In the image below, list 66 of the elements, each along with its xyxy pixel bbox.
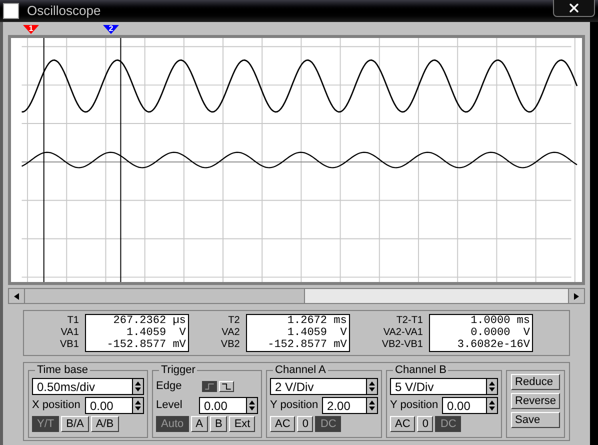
toggle-button[interactable]: A/B xyxy=(90,416,119,432)
readout-value: 1.4059 V xyxy=(286,327,347,339)
readout-value: 1.2672 ms xyxy=(286,315,347,327)
x-position-field[interactable]: 0.00 xyxy=(85,397,144,414)
readout-label: VA2 xyxy=(222,327,240,339)
cursor-marker[interactable]: 1 xyxy=(23,25,39,34)
readout-label: T2-T1 xyxy=(396,315,423,327)
readout-label: VB1 xyxy=(60,339,79,351)
time-scale-field[interactable]: 0.50ms/div xyxy=(32,378,144,395)
toggle-button[interactable]: DC xyxy=(315,416,342,432)
spinner-arrows-icon[interactable] xyxy=(132,398,143,413)
close-icon xyxy=(567,1,581,15)
toggle-button[interactable]: AC xyxy=(390,416,416,432)
scroll-left-icon[interactable] xyxy=(9,289,25,303)
toggle-button[interactable]: AC xyxy=(270,416,296,432)
readout-value: 1.0000 ms xyxy=(470,315,530,327)
cursor-marker[interactable]: 2 xyxy=(103,25,119,34)
readout-label: VA1 xyxy=(60,327,79,339)
readout-value: 1.4059 V xyxy=(125,327,186,339)
rising-edge-icon[interactable] xyxy=(202,381,217,392)
field-label: Level xyxy=(156,398,182,414)
field-label: Y position xyxy=(270,398,318,414)
trigger-level-field[interactable]: 0.00 xyxy=(199,397,258,414)
spinner-arrows-icon[interactable] xyxy=(132,379,143,394)
y-position-field[interactable]: 0.00 xyxy=(442,397,498,414)
field-label: Y position xyxy=(390,398,438,414)
group-title: Trigger xyxy=(159,364,198,377)
toggle-button[interactable]: Y/T xyxy=(32,416,60,432)
falling-edge-icon[interactable] xyxy=(218,381,234,392)
field-label: X position xyxy=(32,398,80,414)
toggle-button[interactable]: 0 xyxy=(417,416,434,432)
y-position-field[interactable]: 2.00 xyxy=(322,397,378,414)
volts-per-div-field[interactable]: 5 V/Div xyxy=(390,378,498,395)
action-button[interactable]: Save xyxy=(511,412,560,428)
toggle-button[interactable]: 0 xyxy=(297,416,314,432)
toggle-button[interactable]: B xyxy=(210,416,228,432)
spinner-arrows-icon[interactable] xyxy=(486,398,498,413)
toggle-button[interactable]: DC xyxy=(435,416,462,432)
readout-value: 267.2362 µs xyxy=(112,315,186,327)
field-label: Edge xyxy=(156,379,182,394)
window-title: Oscilloscope xyxy=(27,2,102,20)
scroll-thumb[interactable] xyxy=(25,289,305,303)
horizontal-scrollbar[interactable] xyxy=(8,288,585,304)
spinner-arrows-icon[interactable] xyxy=(486,379,498,394)
readout-value: 0.0000 V xyxy=(470,327,530,339)
readout-label: VA2-VA1 xyxy=(383,327,423,339)
close-button[interactable] xyxy=(553,0,595,17)
readout-label: VB2-VB1 xyxy=(382,339,423,351)
spinner-arrows-icon[interactable] xyxy=(246,398,258,413)
readout-value: 3.6082e-16V xyxy=(456,339,530,351)
spinner-arrows-icon[interactable] xyxy=(366,379,378,394)
readout-label: VB2 xyxy=(220,339,240,351)
toggle-button[interactable]: B/A xyxy=(61,416,89,432)
action-button[interactable]: Reduce xyxy=(511,374,560,390)
readout-value: -152.8577 mV xyxy=(266,339,347,351)
readout-value: -152.8577 mV xyxy=(106,339,186,351)
readout-label: T1 xyxy=(67,315,79,327)
toggle-button[interactable]: Auto xyxy=(156,416,189,432)
toggle-button[interactable]: Ext xyxy=(229,416,256,432)
volts-per-div-field[interactable]: 2 V/Div xyxy=(270,378,378,395)
action-button[interactable]: Reverse xyxy=(511,393,560,409)
toggle-button[interactable]: A xyxy=(190,416,208,432)
window-icon xyxy=(3,3,19,19)
readout-label: T2 xyxy=(228,315,240,327)
scroll-right-icon[interactable] xyxy=(568,289,584,303)
spinner-arrows-icon[interactable] xyxy=(366,398,378,413)
